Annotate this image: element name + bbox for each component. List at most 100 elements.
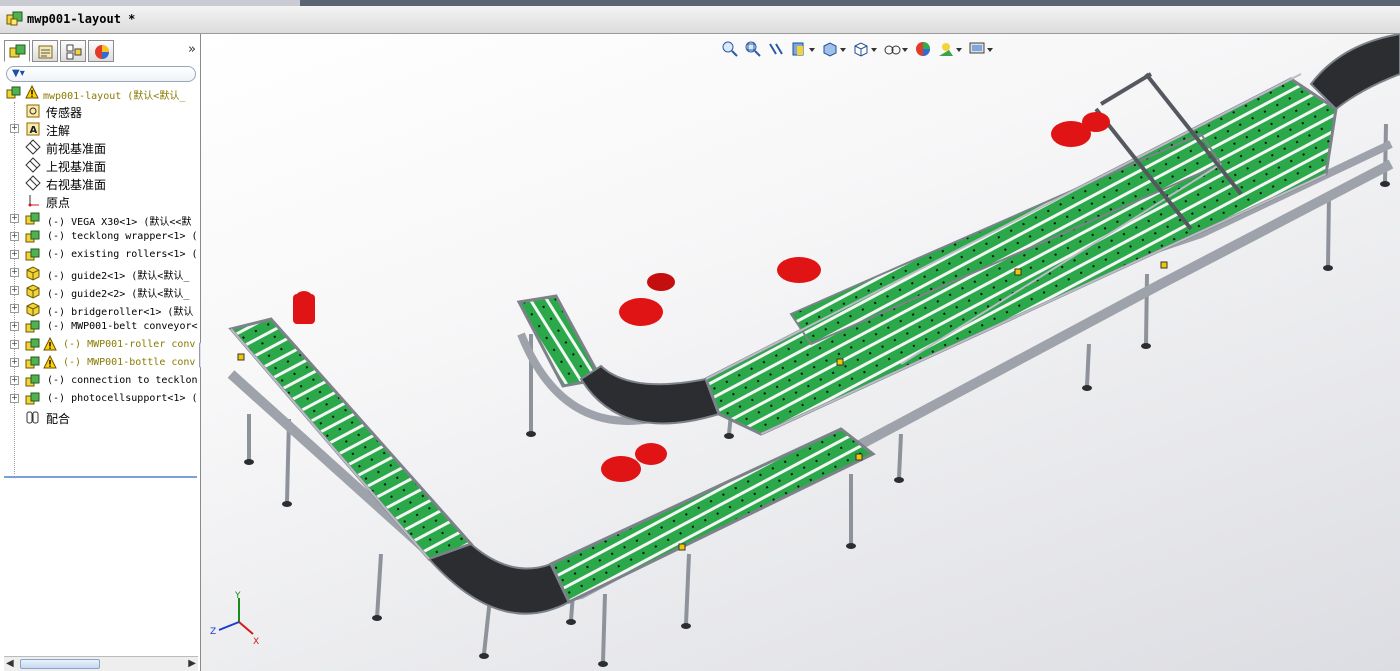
display-manager-icon bbox=[95, 45, 109, 59]
main-roller-bank bbox=[704, 77, 1338, 436]
tree-item[interactable]: + (-) tecklong wrapper<1> ( bbox=[0, 228, 199, 246]
tab-configuration-manager[interactable] bbox=[60, 40, 86, 62]
assembly-icon bbox=[6, 10, 24, 31]
plane-icon bbox=[25, 139, 41, 156]
tree-item-label: (-) bridgeroller<1> (默认 bbox=[47, 307, 194, 318]
expand-icon[interactable]: + bbox=[10, 304, 19, 313]
tree-item-label: (-) photocellsupport<1> ( bbox=[47, 393, 198, 404]
expand-icon[interactable]: + bbox=[10, 340, 19, 349]
panel-tabs: » bbox=[4, 40, 198, 62]
scroll-right-icon[interactable]: ▶ bbox=[188, 658, 196, 669]
top-right-curve bbox=[1309, 34, 1400, 111]
tree-item[interactable]: 原点 bbox=[0, 192, 199, 210]
expand-icon[interactable]: + bbox=[10, 376, 19, 385]
expand-icon[interactable]: + bbox=[10, 394, 19, 403]
feature-manager-panel: » ▼▾ mwp001-layout (默认<默认_ 传感器 + A 注解 前视基准面上… bbox=[0, 34, 201, 671]
assembly-icon bbox=[25, 337, 41, 354]
tree-item[interactable]: + A 注解 bbox=[0, 120, 199, 138]
lower-straight-conveyor bbox=[548, 427, 876, 605]
tree-item-label: 传感器 bbox=[46, 106, 83, 120]
graphics-viewport[interactable]: Y X Z bbox=[201, 34, 1400, 671]
expand-icon[interactable]: + bbox=[10, 232, 19, 241]
tree-item[interactable]: 上视基准面 bbox=[0, 156, 199, 174]
tree-item-label: 右视基准面 bbox=[46, 178, 107, 192]
scroll-left-icon[interactable]: ◀ bbox=[6, 658, 14, 669]
document-titlebar: mwp001-layout * bbox=[0, 6, 1400, 34]
tree-end-marker bbox=[4, 476, 197, 478]
expand-icon[interactable]: + bbox=[10, 286, 19, 295]
tree-item-label: (-) tecklong wrapper<1> ( bbox=[47, 231, 198, 242]
tree-item[interactable]: + (-) photocellsupport<1> ( bbox=[0, 390, 199, 408]
tree-item-label: (-) VEGA X30<1> (默认<<默 bbox=[47, 217, 192, 228]
tree-item[interactable]: + (-) MWP001-bottle conv bbox=[0, 354, 199, 372]
triad-z-label: Z bbox=[210, 627, 216, 637]
tab-display-manager[interactable] bbox=[88, 40, 114, 62]
tree-item-label: (-) MWP001-roller conv bbox=[63, 339, 196, 350]
warning-icon bbox=[25, 84, 39, 102]
tree-item[interactable]: 前视基准面 bbox=[0, 138, 199, 156]
tree-item-label: (-) MWP001-belt conveyor< bbox=[47, 321, 198, 332]
assembly-icon bbox=[25, 391, 41, 408]
conveyor-model bbox=[227, 34, 1400, 667]
tree-item-label: (-) guide2<2> (默认<默认_ bbox=[47, 289, 190, 300]
annotation-icon: A bbox=[25, 121, 41, 138]
plane-icon bbox=[25, 157, 41, 174]
expand-icon[interactable]: + bbox=[10, 250, 19, 259]
part-icon bbox=[25, 301, 41, 318]
tree-item[interactable]: + (-) MWP001-roller conv bbox=[0, 336, 199, 354]
filter-icon: ▼▾ bbox=[12, 68, 25, 79]
property-manager-icon bbox=[38, 45, 53, 59]
svg-text:A: A bbox=[30, 125, 38, 136]
tree-item-label: 上视基准面 bbox=[46, 160, 107, 174]
expand-icon[interactable]: + bbox=[10, 322, 19, 331]
origin-icon bbox=[25, 193, 41, 210]
assembly-icon bbox=[25, 355, 41, 372]
tree-root-label: mwp001-layout (默认<默认_ bbox=[43, 91, 186, 102]
tab-property-manager[interactable] bbox=[32, 40, 58, 62]
expand-icon[interactable]: + bbox=[10, 358, 19, 367]
more-tabs-icon[interactable]: » bbox=[188, 42, 196, 57]
assembly-icon bbox=[25, 211, 41, 228]
mates-icon bbox=[25, 409, 41, 426]
tree-item-label: 注解 bbox=[46, 124, 71, 138]
tree-item-label: (-) MWP001-bottle conv bbox=[63, 357, 196, 368]
scrollbar-thumb[interactable] bbox=[20, 659, 100, 669]
lower-curve-section bbox=[427, 542, 571, 615]
assembly-icon bbox=[25, 319, 41, 336]
feature-manager-icon bbox=[9, 44, 26, 58]
expand-icon[interactable]: + bbox=[10, 124, 19, 133]
warning-icon bbox=[43, 336, 57, 354]
tree-item[interactable]: + (-) MWP001-belt conveyor< bbox=[0, 318, 199, 336]
document-title: mwp001-layout * bbox=[27, 12, 136, 26]
tree-item-label: 配合 bbox=[46, 412, 71, 426]
plane-icon bbox=[25, 175, 41, 192]
tree-item[interactable]: 配合 bbox=[0, 408, 199, 426]
tree-item[interactable]: 右视基准面 bbox=[0, 174, 199, 192]
tree-item-label: (-) connection to tecklon bbox=[47, 375, 198, 386]
tree-root[interactable]: mwp001-layout (默认<默认_ bbox=[0, 84, 199, 102]
tree-item[interactable]: + (-) guide2<1> (默认<默认_ bbox=[0, 264, 199, 282]
tree-horizontal-scrollbar[interactable]: ◀ ▶ bbox=[4, 656, 198, 671]
expand-icon[interactable]: + bbox=[10, 268, 19, 277]
expand-icon[interactable]: + bbox=[10, 214, 19, 223]
tree-item[interactable]: + (-) bridgeroller<1> (默认 bbox=[0, 300, 199, 318]
tree-item[interactable]: + (-) guide2<2> (默认<默认_ bbox=[0, 282, 199, 300]
part-icon bbox=[25, 265, 41, 282]
tree-item[interactable]: 传感器 bbox=[0, 102, 199, 120]
assembly-icon bbox=[25, 229, 41, 246]
configuration-manager-icon bbox=[66, 44, 82, 60]
tree-item[interactable]: + (-) existing rollers<1> ( bbox=[0, 246, 199, 264]
tree-item-label: 原点 bbox=[46, 196, 71, 210]
assembly-icon bbox=[6, 85, 22, 102]
sensor-icon bbox=[25, 103, 41, 120]
triad-y-label: Y bbox=[234, 591, 241, 601]
tree-item[interactable]: + (-) connection to tecklon bbox=[0, 372, 199, 390]
tree-filter-input[interactable]: ▼▾ bbox=[6, 66, 196, 82]
assembly-icon bbox=[25, 373, 41, 390]
tree-item[interactable]: + (-) VEGA X30<1> (默认<<默 bbox=[0, 210, 199, 228]
incline-belt-conveyor bbox=[228, 317, 474, 561]
triad-x-label: X bbox=[253, 637, 259, 647]
coordinate-triad: Y X Z bbox=[209, 590, 269, 653]
tab-feature-manager[interactable] bbox=[4, 40, 30, 62]
warning-icon bbox=[43, 354, 57, 372]
